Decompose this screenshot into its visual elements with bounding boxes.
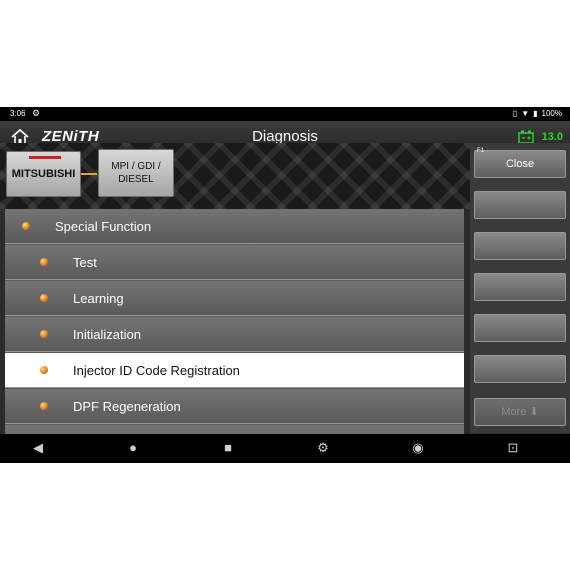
list-item-label: Test: [73, 255, 97, 270]
settings-icon[interactable]: ⚙: [315, 440, 331, 456]
status-time: 3:06: [10, 109, 26, 118]
side-button-panel: F1 Close More ⬇: [470, 143, 570, 433]
list-item-partial[interactable]: [5, 425, 464, 434]
list-item-special-function[interactable]: Special Function: [5, 209, 464, 244]
bullet-icon: [40, 366, 48, 374]
close-button[interactable]: F1 Close: [474, 148, 566, 178]
list-item-dpf-regeneration[interactable]: DPF Regeneration: [5, 389, 464, 424]
vibrate-icon: ▯: [512, 109, 518, 118]
breadcrumb-connector: [81, 173, 97, 175]
breadcrumb-area: MITSUBISHI MPI / GDI / DIESEL: [0, 143, 470, 209]
list-item-label: Special Function: [55, 219, 152, 234]
list-item-label: Injector ID Code Registration: [73, 363, 240, 378]
recents-icon[interactable]: ■: [220, 440, 236, 456]
bullet-icon: [40, 294, 48, 302]
brand-breadcrumb[interactable]: MITSUBISHI: [6, 151, 81, 197]
close-button-label: Close: [505, 158, 535, 170]
list-item-test[interactable]: Test: [5, 245, 464, 280]
battery-status-icon: ▮: [533, 109, 538, 118]
function-list: Special Function Test Learning Initializ…: [5, 209, 464, 434]
more-button[interactable]: More ⬇: [474, 398, 566, 426]
side-button-empty-2[interactable]: [474, 232, 566, 260]
side-button-empty-1[interactable]: [474, 191, 566, 219]
wifi-icon: ▼: [521, 109, 530, 118]
side-button-empty-4[interactable]: [474, 314, 566, 342]
more-button-label: More: [501, 406, 527, 418]
list-item-label: Learning: [73, 291, 124, 306]
f1-key-label: F1: [477, 148, 485, 154]
list-item-injector-id-code-registration[interactable]: Injector ID Code Registration: [5, 353, 464, 388]
battery-percent: 100%: [541, 109, 562, 118]
device-screen: 3:06 ⚙ ▯ ▼ ▮ 100% ZENiTH Diagnosis 13.0 …: [0, 107, 570, 463]
system-label: MPI / GDI / DIESEL: [111, 161, 161, 185]
system-breadcrumb[interactable]: MPI / GDI / DIESEL: [98, 149, 174, 197]
brand-marker: [29, 156, 61, 159]
android-nav-bar: ◀ ● ■ ⚙ ◉ ⊡: [0, 434, 570, 463]
battery-icon: [518, 130, 534, 144]
battery-voltage: 13.0: [541, 131, 563, 143]
bullet-icon: [40, 402, 48, 410]
list-item-learning[interactable]: Learning: [5, 281, 464, 316]
arrow-down-icon: ⬇: [529, 406, 539, 418]
back-icon[interactable]: ◀: [30, 440, 46, 456]
status-icons: ▯ ▼ ▮ 100%: [513, 109, 562, 118]
chrome-icon[interactable]: ◉: [410, 440, 426, 456]
side-button-empty-3[interactable]: [474, 273, 566, 301]
bullet-icon: [40, 258, 48, 266]
home-circle-icon[interactable]: ●: [125, 440, 141, 456]
side-button-empty-5[interactable]: [474, 355, 566, 383]
list-item-label: Initialization: [73, 327, 141, 342]
screenshot-icon[interactable]: ⊡: [505, 440, 521, 456]
settings-notification-icon: ⚙: [32, 108, 41, 118]
status-bar: 3:06 ⚙ ▯ ▼ ▮ 100%: [0, 107, 570, 121]
bullet-icon: [22, 222, 30, 230]
brand-label: MITSUBISHI: [11, 168, 76, 180]
list-item-label: DPF Regeneration: [73, 399, 181, 414]
list-item-initialization[interactable]: Initialization: [5, 317, 464, 352]
bullet-icon: [40, 330, 48, 338]
